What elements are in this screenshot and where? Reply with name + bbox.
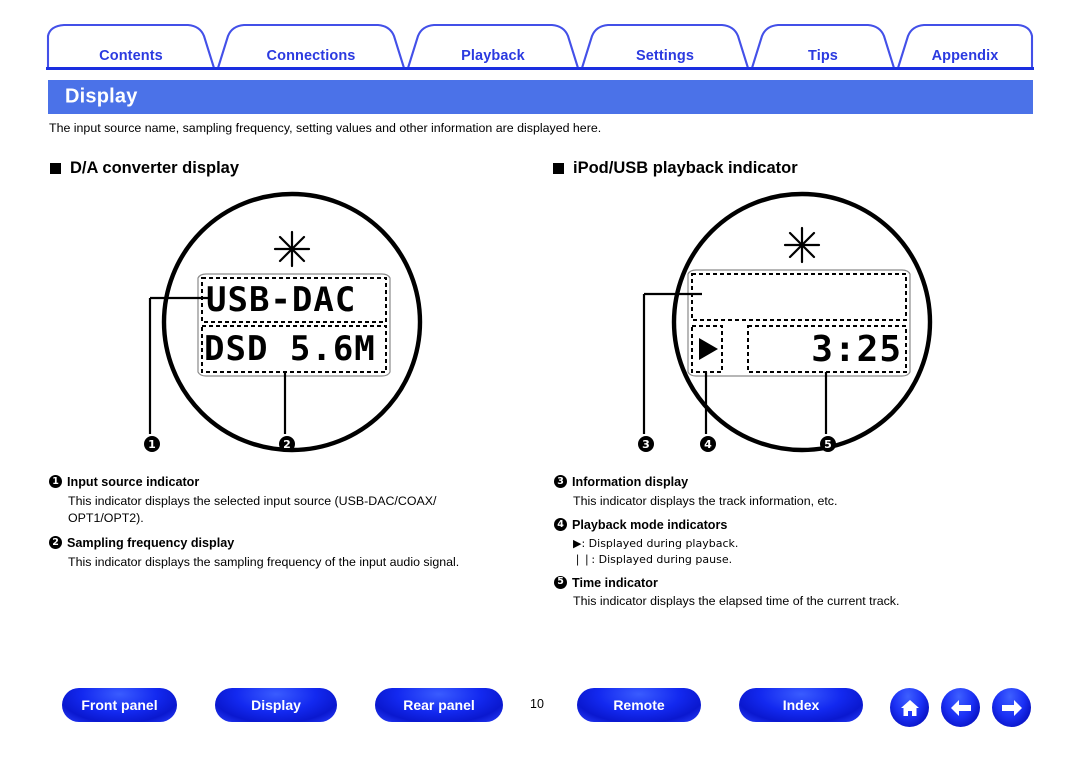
footer-home-button[interactable] [890,688,929,727]
legend-line: OPT1/OPT2). [68,511,144,526]
figure-dac-display: USB-DAC DSD 5.6M 1 2 [120,190,460,480]
section-heading-dac: D/A converter display [50,159,239,178]
callout-5: 5 [820,436,836,452]
section-heading-ipod-label: iPod/USB playback indicator [573,159,798,177]
legend-item: 2 Sampling frequency display This indica… [49,535,549,571]
callout-badge-1: 1 [49,475,62,488]
legend-line-play: ▶: Displayed during playback. [573,537,739,551]
legend-ipod: 3 Information display This indicator dis… [554,474,1054,618]
tab-appendix[interactable]: Appendix [932,48,999,64]
lcd-sampling-frequency-text: DSD 5.6M [204,329,376,369]
callout-3: 3 [638,436,654,452]
footer-button-display[interactable]: Display [215,688,337,722]
page-intro-text: The input source name, sampling frequenc… [49,121,602,135]
tab-bar: Contents Connections Playback Settings T… [46,22,1034,70]
legend-item-title-label: Input source indicator [67,475,200,489]
callout-badge-4: 4 [554,518,567,532]
footer-button-index[interactable]: Index [739,688,863,722]
legend-item-title: 4 Playback mode indicators [554,517,1054,535]
page-number: 10 [530,697,544,711]
legend-item-title-label: Information display [572,475,689,489]
page-title-banner: Display [48,80,1033,114]
legend-item-body: This indicator displays the sampling fre… [68,554,549,572]
figure-ipod-display: 3:25 3 4 5 [630,190,970,480]
callout-badge-5: 5 [554,575,567,589]
tab-connections[interactable]: Connections [267,48,356,64]
callout-2: 2 [279,436,295,452]
sparkle-icon [273,230,311,268]
footer-forward-button[interactable] [992,688,1031,727]
legend-line: This indicator displays the track inform… [573,493,838,508]
arrow-left-icon [950,699,971,716]
legend-line: This indicator displays the elapsed time… [573,594,900,609]
sparkle-icon [783,226,821,264]
section-heading-ipod: iPod/USB playback indicator [553,159,798,178]
legend-item-title-label: Playback mode indicators [572,518,728,533]
legend-line-pause: ❘❘: Displayed during pause. [573,552,733,566]
callout-1: 1 [144,436,160,452]
legend-item-title: 2 Sampling frequency display [49,535,549,553]
legend-item-title-label: Time indicator [572,575,658,590]
legend-item: 1 Input source indicator This indicator … [49,474,549,528]
page-title: Display [65,85,138,108]
legend-item-body: This indicator displays the track inform… [573,493,1054,511]
callout-badge-2: 2 [49,536,62,550]
square-bullet-icon [50,163,61,174]
legend-item: 4 Playback mode indicators ▶: Displayed … [554,517,1054,567]
callout-badge-3: 3 [554,475,567,488]
legend-item-title: 5 Time indicator [554,575,1054,593]
lcd-time-text: 3:25 [811,329,902,370]
tab-bar-shapes [46,23,1034,70]
legend-line: This indicator displays the sampling fre… [68,554,460,569]
footer-nav: Front panel Display Rear panel Remote In… [0,688,1080,748]
legend-item-title: 1 Input source indicator [49,474,549,492]
lcd-input-source-text: USB-DAC [206,280,357,320]
legend-item-body: This indicator displays the selected inp… [68,493,549,528]
callout-4: 4 [700,436,716,452]
square-bullet-icon [553,163,564,174]
legend-item-title: 3 Information display [554,474,1054,492]
legend-line: This indicator displays the selected inp… [68,493,437,508]
footer-back-button[interactable] [941,688,980,727]
tab-contents[interactable]: Contents [99,48,163,64]
tab-playback[interactable]: Playback [461,48,525,64]
footer-button-front-panel[interactable]: Front panel [62,688,177,722]
tab-tips[interactable]: Tips [808,48,838,64]
section-heading-dac-label: D/A converter display [70,159,240,177]
legend-item-body: This indicator displays the elapsed time… [573,593,1054,611]
legend-item: 5 Time indicator This indicator displays… [554,575,1054,611]
legend-item: 3 Information display This indicator dis… [554,474,1054,510]
legend-item-body: ▶: Displayed during playback. ❘❘: Displa… [573,536,1054,567]
arrow-right-icon [1001,699,1022,716]
legend-dac: 1 Input source indicator This indicator … [49,474,549,579]
home-icon [900,699,919,716]
footer-button-rear-panel[interactable]: Rear panel [375,688,503,722]
legend-item-title-label: Sampling frequency display [67,536,235,551]
tab-settings[interactable]: Settings [636,48,694,64]
footer-button-remote[interactable]: Remote [577,688,701,722]
